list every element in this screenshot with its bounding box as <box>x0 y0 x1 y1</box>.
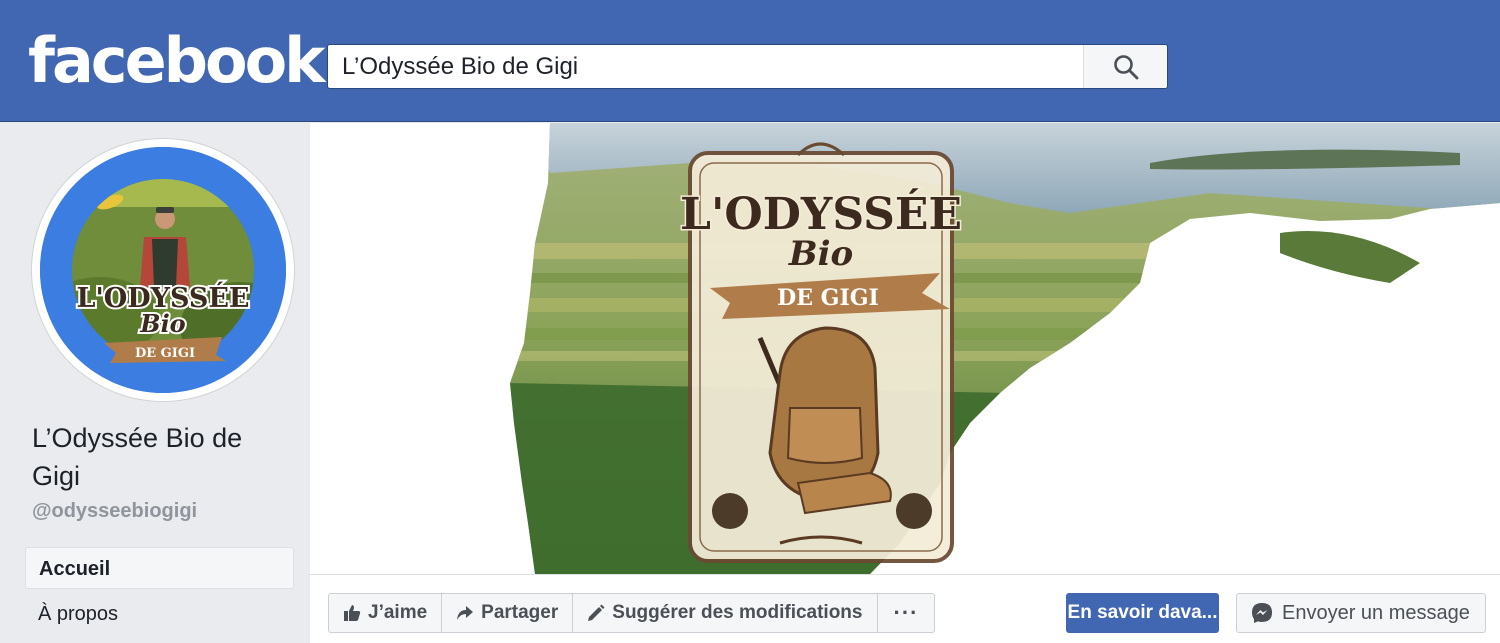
thumbs-up-icon <box>344 605 361 621</box>
share-arrow-icon <box>457 606 474 620</box>
sidebar-item-about[interactable]: À propos <box>25 593 294 635</box>
search-input[interactable] <box>328 45 1084 88</box>
svg-text:DE GIGI: DE GIGI <box>777 285 879 311</box>
page-title: L’Odyssée Bio de Gigi <box>32 423 243 491</box>
svg-text:DE GIGI: DE GIGI <box>135 346 195 361</box>
more-icon: ··· <box>893 600 919 625</box>
learn-more-button[interactable]: En savoir dava... <box>1066 593 1219 633</box>
page-sidebar: L'ODYSSÉE Bio DE GIGI L’Odyssée Bio de G… <box>0 123 310 643</box>
send-message-button[interactable]: Envoyer un message <box>1236 593 1486 633</box>
sidebar-item-home[interactable]: Accueil <box>25 547 294 589</box>
send-message-label: Envoyer un message <box>1282 602 1470 624</box>
svg-text:Bio: Bio <box>788 234 853 274</box>
search-button[interactable] <box>1083 45 1167 88</box>
like-button[interactable]: J’aime <box>329 594 443 632</box>
messenger-icon <box>1252 603 1272 623</box>
suggest-edits-label: Suggérer des modifications <box>612 602 863 623</box>
page-username[interactable]: @odysseebiogigi <box>32 500 197 523</box>
like-label: J’aime <box>368 602 428 623</box>
facebook-logo[interactable]: facebook <box>28 26 325 96</box>
search-bar <box>327 44 1168 89</box>
search-icon <box>1114 55 1139 80</box>
cover-logo: L'ODYSSÉE Bio DE GIGI <box>679 142 963 563</box>
page-action-bar: J’aime Partager Suggérer des modificatio… <box>310 574 1500 643</box>
profile-picture-image: L'ODYSSÉE Bio DE GIGI <box>40 147 286 393</box>
share-button[interactable]: Partager <box>442 594 574 632</box>
suggest-edits-button[interactable]: Suggérer des modifications <box>573 594 878 632</box>
svg-text:Bio: Bio <box>139 309 185 338</box>
more-options-button[interactable]: ··· <box>878 594 935 632</box>
share-label: Partager <box>481 602 559 623</box>
action-button-group: J’aime Partager Suggérer des modificatio… <box>328 593 936 633</box>
top-navigation-bar: facebook <box>0 0 1500 122</box>
svg-text:L'ODYSSÉE: L'ODYSSÉE <box>680 187 962 240</box>
profile-picture[interactable]: L'ODYSSÉE Bio DE GIGI <box>32 139 294 401</box>
pencil-icon <box>588 604 605 621</box>
cover-photo[interactable]: L'ODYSSÉE Bio DE GIGI <box>310 123 1500 574</box>
